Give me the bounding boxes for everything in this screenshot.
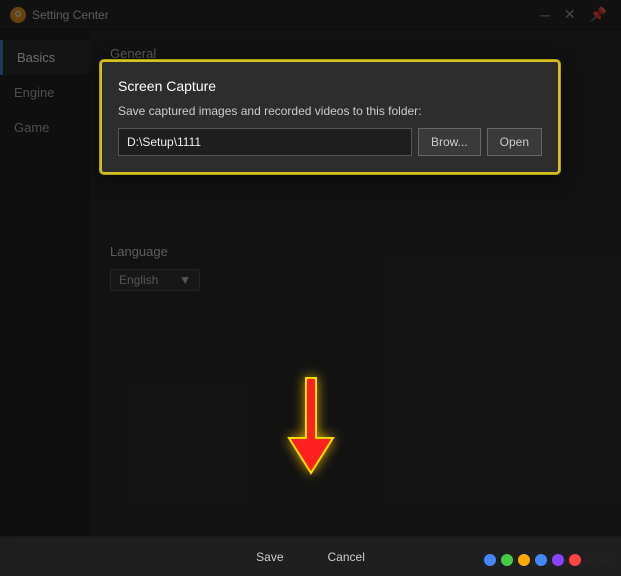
dialog-title: Screen Capture [118, 78, 542, 94]
color-dot-4[interactable] [535, 554, 547, 566]
screen-capture-dialog: Screen Capture Save captured images and … [100, 60, 560, 174]
setting-panel: ⚙ Setting Center ─ ✕ 📌 Basics Engine Gam… [0, 0, 621, 538]
color-dot-5[interactable] [552, 554, 564, 566]
color-dot-1[interactable] [484, 554, 496, 566]
color-dot-6[interactable] [569, 554, 581, 566]
browse-button[interactable]: Brow... [418, 128, 481, 156]
color-dots [484, 554, 581, 566]
cancel-button[interactable]: Cancel [316, 546, 377, 568]
save-button[interactable]: Save [244, 546, 295, 568]
open-button[interactable]: Open [487, 128, 542, 156]
color-dot-2[interactable] [501, 554, 513, 566]
color-dot-3[interactable] [518, 554, 530, 566]
arrow-svg [271, 368, 351, 478]
dialog-row: Brow... Open [118, 128, 542, 156]
arrow-annotation [271, 368, 351, 478]
folder-path-input[interactable] [118, 128, 412, 156]
dialog-description: Save captured images and recorded videos… [118, 104, 542, 118]
